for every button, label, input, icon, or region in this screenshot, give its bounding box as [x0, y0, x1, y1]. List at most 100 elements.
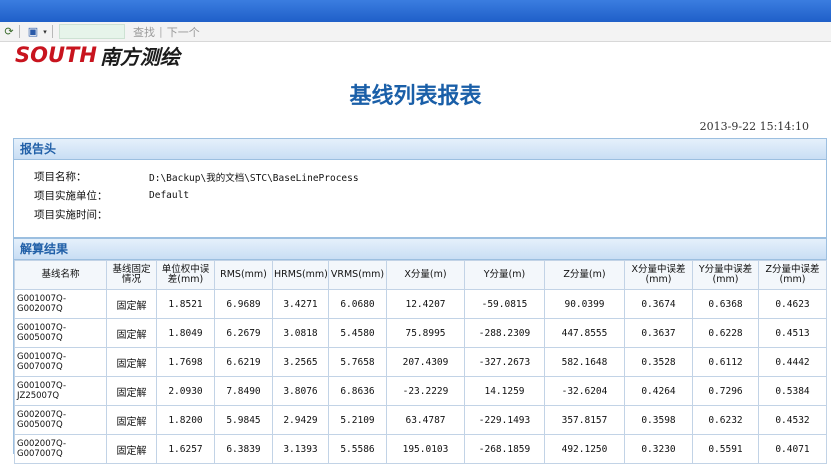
table-row[interactable]: G002007Q-G007007Q 固定解 1.6257 6.3839 3.1393 5.… [14, 434, 827, 464]
value-cell: 0.3637 [624, 318, 693, 348]
value-cell: 1.6257 [156, 434, 215, 464]
column-header[interactable]: Z分量(m) [544, 260, 625, 290]
report-title: 基线列表报表 [349, 84, 482, 109]
baseline-name-cell: G002007Q-G005007Q [14, 405, 107, 435]
value-cell: -23.2229 [386, 376, 465, 406]
section-title: 解算结果 [14, 239, 826, 260]
find-button[interactable]: 查找 [133, 24, 155, 40]
find-next-button[interactable]: 下一个 [167, 24, 200, 40]
value-cell: 1.8200 [156, 405, 215, 435]
save-icon[interactable]: ▣ [27, 25, 39, 38]
results-section: 解算结果 基线名称 基线固定情况 单位权中误差(mm) RMS(mm) HRMS(mm)… [13, 238, 827, 464]
baseline-table: 基线名称 基线固定情况 单位权中误差(mm) RMS(mm) HRMS(mm) VRMS(… [14, 260, 827, 464]
value-cell: 5.7658 [328, 347, 387, 377]
value-cell: 0.3674 [624, 289, 693, 319]
column-header[interactable]: RMS(mm) [214, 260, 273, 290]
value-cell: -59.0815 [464, 289, 545, 319]
value-cell: 1.8521 [156, 289, 215, 319]
value-cell: -268.1859 [464, 434, 545, 464]
fix-status-cell: 固定解 [106, 347, 157, 377]
value-cell: 0.6112 [692, 347, 759, 377]
value-cell: 6.8636 [328, 376, 387, 406]
value-cell: 12.4207 [386, 289, 465, 319]
refresh-icon[interactable]: ⟳ [3, 25, 15, 38]
info-label: 项目名称： [34, 171, 87, 183]
table-row[interactable]: G001007Q-G005007Q 固定解 1.8049 6.2679 3.0818 5.… [14, 318, 827, 348]
value-cell: -327.2673 [464, 347, 545, 377]
column-header[interactable]: Z分量中误差(mm) [758, 260, 827, 290]
logo-english: SOUTH [15, 43, 97, 67]
value-cell: 0.4442 [758, 347, 827, 377]
value-cell: 0.5384 [758, 376, 827, 406]
value-cell: 14.1259 [464, 376, 545, 406]
toolbar-divider: | [159, 25, 163, 38]
value-cell: 5.4580 [328, 318, 387, 348]
value-cell: 0.7296 [692, 376, 759, 406]
table-row[interactable]: G001007Q-JZ25007Q 固定解 2.0930 7.8490 3.8076 6.… [14, 376, 827, 406]
value-cell: 0.5591 [692, 434, 759, 464]
baseline-name-cell: G001007Q-JZ25007Q [14, 376, 107, 406]
fix-status-cell: 固定解 [106, 376, 157, 406]
value-cell: 0.6232 [692, 405, 759, 435]
column-header[interactable]: 基线名称 [14, 260, 107, 290]
column-header[interactable]: 单位权中误差(mm) [156, 260, 215, 290]
fix-status-cell: 固定解 [106, 318, 157, 348]
column-header[interactable]: Y分量(m) [464, 260, 545, 290]
value-cell: 6.0680 [328, 289, 387, 319]
column-header[interactable]: VRMS(mm) [328, 260, 387, 290]
window-title-bar [0, 0, 831, 22]
baseline-name-cell: G002007Q-G007007Q [14, 434, 107, 464]
table-row[interactable]: G001007Q-G002007Q 固定解 1.8521 6.9689 3.4271 6.… [14, 289, 827, 319]
info-row: 项目实施单位： Default [14, 186, 826, 205]
value-cell: 3.2565 [272, 347, 329, 377]
value-cell: 5.5586 [328, 434, 387, 464]
value-cell: 0.4532 [758, 405, 827, 435]
value-cell: 0.4071 [758, 434, 827, 464]
company-logo: SOUTH 南方测绘 [15, 43, 180, 69]
table-row[interactable]: G002007Q-G005007Q 固定解 1.8200 5.9845 2.9429 5.… [14, 405, 827, 435]
value-cell: 492.1250 [544, 434, 625, 464]
baseline-name-cell: G001007Q-G005007Q [14, 318, 107, 348]
table-row[interactable]: G001007Q-G007007Q 固定解 1.7698 6.6219 3.2565 5.… [14, 347, 827, 377]
value-cell: 6.6219 [214, 347, 273, 377]
value-cell: 447.8555 [544, 318, 625, 348]
report-toolbar: ⟳ ▣ ▾ 查找 | 下一个 [0, 22, 831, 42]
value-cell: 5.9845 [214, 405, 273, 435]
info-value: Default [149, 190, 190, 201]
baseline-name-cell: G001007Q-G007007Q [14, 347, 107, 377]
table-header-row: 基线名称 基线固定情况 单位权中误差(mm) RMS(mm) HRMS(mm) VRMS(… [14, 260, 827, 290]
value-cell: 582.1648 [544, 347, 625, 377]
value-cell: 0.6368 [692, 289, 759, 319]
value-cell: 1.7698 [156, 347, 215, 377]
column-header[interactable]: Y分量中误差(mm) [692, 260, 759, 290]
fix-status-cell: 固定解 [106, 405, 157, 435]
value-cell: 0.3230 [624, 434, 693, 464]
value-cell: 207.4309 [386, 347, 465, 377]
value-cell: 6.9689 [214, 289, 273, 319]
value-cell: -32.6204 [544, 376, 625, 406]
value-cell: 90.0399 [544, 289, 625, 319]
column-header[interactable]: HRMS(mm) [272, 260, 329, 290]
search-input[interactable] [59, 24, 125, 39]
value-cell: 75.8995 [386, 318, 465, 348]
value-cell: 3.8076 [272, 376, 329, 406]
value-cell: 63.4787 [386, 405, 465, 435]
value-cell: 3.4271 [272, 289, 329, 319]
value-cell: 5.2109 [328, 405, 387, 435]
column-header[interactable]: 基线固定情况 [106, 260, 157, 290]
report-header-section: 报告头 项目名称： D:\Backup\我的文档\STC\BaseLinePro… [13, 138, 827, 238]
chevron-down-icon[interactable]: ▾ [42, 26, 48, 38]
column-header[interactable]: X分量中误差(mm) [624, 260, 693, 290]
toolbar-separator [52, 25, 53, 38]
section-title: 报告头 [14, 139, 826, 160]
value-cell: 3.1393 [272, 434, 329, 464]
fix-status-cell: 固定解 [106, 289, 157, 319]
value-cell: 357.8157 [544, 405, 625, 435]
value-cell: -229.1493 [464, 405, 545, 435]
column-header[interactable]: X分量(m) [386, 260, 465, 290]
info-value: D:\Backup\我的文档\STC\BaseLineProcess [149, 172, 359, 184]
report-timestamp: 2013-9-22 15:14:10 [699, 120, 809, 133]
value-cell: 2.0930 [156, 376, 215, 406]
value-cell: 0.3528 [624, 347, 693, 377]
value-cell: 0.4264 [624, 376, 693, 406]
